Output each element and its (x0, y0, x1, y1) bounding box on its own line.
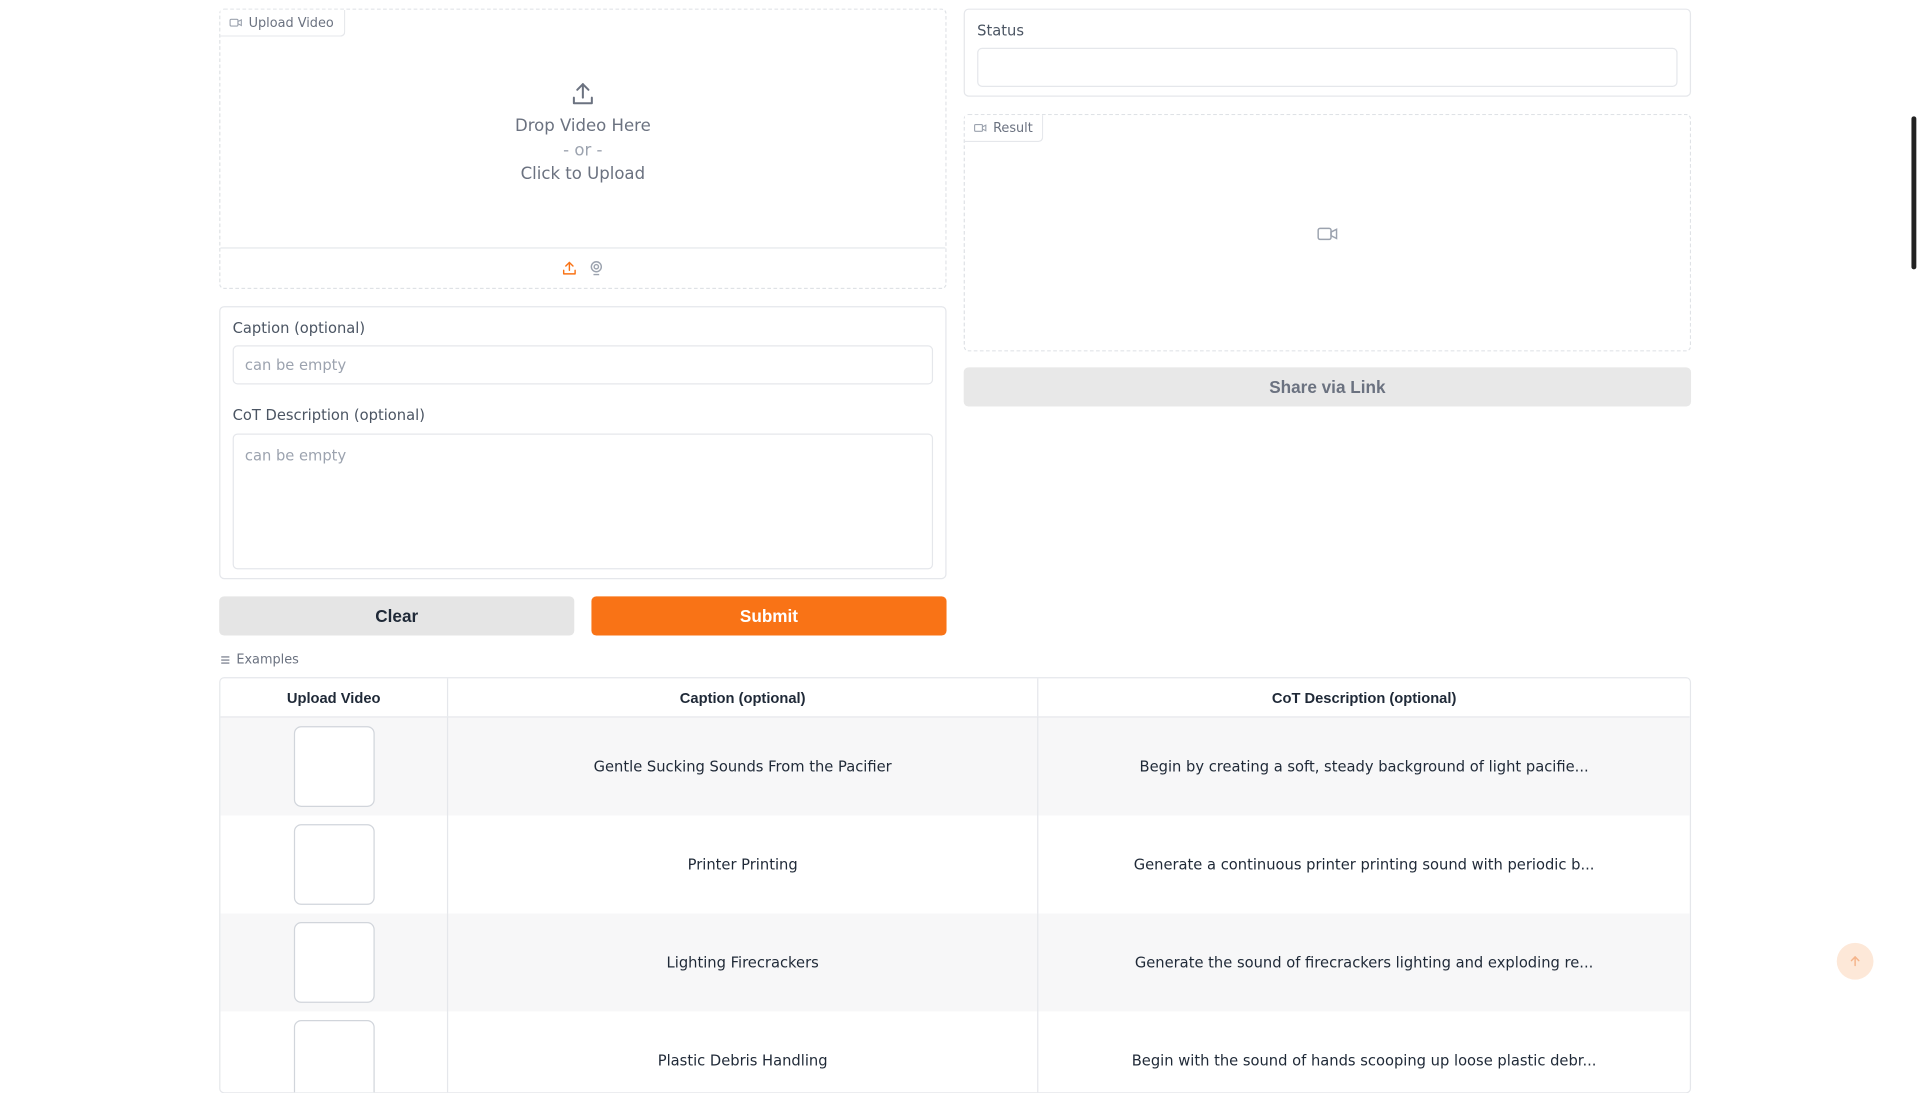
video-thumbnail[interactable] (293, 1020, 375, 1093)
list-icon (221, 656, 230, 664)
video-camera-icon (229, 18, 242, 27)
click-to-upload-text: Click to Upload (520, 164, 646, 184)
video-thumbnail[interactable] (293, 922, 375, 1003)
cot-label: CoT Description (optional) (232, 406, 425, 424)
examples-label: Examples (219, 652, 299, 668)
upload-dropzone[interactable]: Drop Video Here - or - Click to Upload (220, 81, 945, 187)
example-row[interactable]: Gentle Sucking Sounds From the Pacifier … (220, 717, 1690, 816)
caption-placeholder: can be empty (244, 356, 347, 374)
scroll-to-top-button[interactable] (1836, 942, 1874, 980)
examples-label-text: Examples (236, 652, 299, 668)
clear-button[interactable]: Clear (219, 596, 575, 636)
upload-video-label-text: Upload Video (248, 15, 334, 31)
upload-video-label: Upload Video (220, 9, 345, 37)
status-output (977, 47, 1678, 87)
video-camera-icon (974, 124, 987, 132)
example-caption: Lighting Firecrackers (448, 913, 1039, 1012)
video-thumbnail[interactable] (293, 726, 375, 807)
video-placeholder-icon (1317, 227, 1338, 241)
cot-description-input[interactable]: can be empty (232, 433, 934, 570)
examples-table-header: Upload Video Caption (optional) CoT Desc… (220, 678, 1690, 718)
webcam-icon[interactable] (588, 260, 605, 277)
header-upload-video: Upload Video (220, 678, 449, 717)
examples-table: Upload Video Caption (optional) CoT Desc… (219, 677, 1692, 1093)
example-cot: Generate a continuous printer printing s… (1133, 855, 1595, 874)
example-cot: Begin with the sound of hands scooping u… (1131, 1051, 1597, 1069)
header-cot-description: CoT Description (optional) (1271, 688, 1457, 706)
status-label: Status (977, 22, 1024, 40)
result-label: Result (964, 115, 1044, 143)
upload-video-panel[interactable]: Upload Video Drop Video Here - or - Clic… (219, 8, 947, 289)
example-row[interactable]: Lighting Firecrackers Generate the sound… (220, 913, 1690, 1012)
example-row[interactable]: Printer Printing Generate a continuous p… (220, 815, 1689, 914)
drop-video-text: Drop Video Here (514, 116, 651, 136)
example-row[interactable]: Plastic Debris Handling Begin with the s… (220, 1011, 1689, 1093)
example-caption: Gentle Sucking Sounds From the Pacifier (448, 717, 1039, 816)
example-cot: Begin by creating a soft, steady backgro… (1139, 757, 1589, 776)
header-caption: Caption (optional) (448, 678, 1039, 717)
upload-source-icon[interactable] (561, 260, 578, 277)
result-label-text: Result (993, 120, 1033, 136)
result-video-panel: Result (963, 113, 1692, 352)
example-cot: Generate the sound of firecrackers light… (1134, 953, 1594, 972)
caption-label: Caption (optional) (232, 319, 366, 337)
arrow-up-icon (1850, 956, 1860, 967)
page-scrollbar[interactable] (1911, 116, 1917, 270)
status-panel: Status (963, 8, 1692, 97)
cot-placeholder: can be empty (244, 446, 347, 465)
example-caption: Plastic Debris Handling (448, 1011, 1039, 1093)
video-thumbnail[interactable] (293, 824, 375, 905)
text-inputs-panel: Caption (optional) can be empty CoT Desc… (219, 306, 947, 580)
share-via-link-button[interactable]: Share via Link (963, 367, 1692, 407)
upload-source-bar (220, 247, 946, 287)
caption-input[interactable]: can be empty (232, 345, 934, 385)
submit-button[interactable]: Submit (591, 596, 947, 636)
upload-icon (572, 83, 593, 105)
or-text: - or - (563, 140, 603, 160)
example-caption: Printer Printing (448, 815, 1039, 914)
